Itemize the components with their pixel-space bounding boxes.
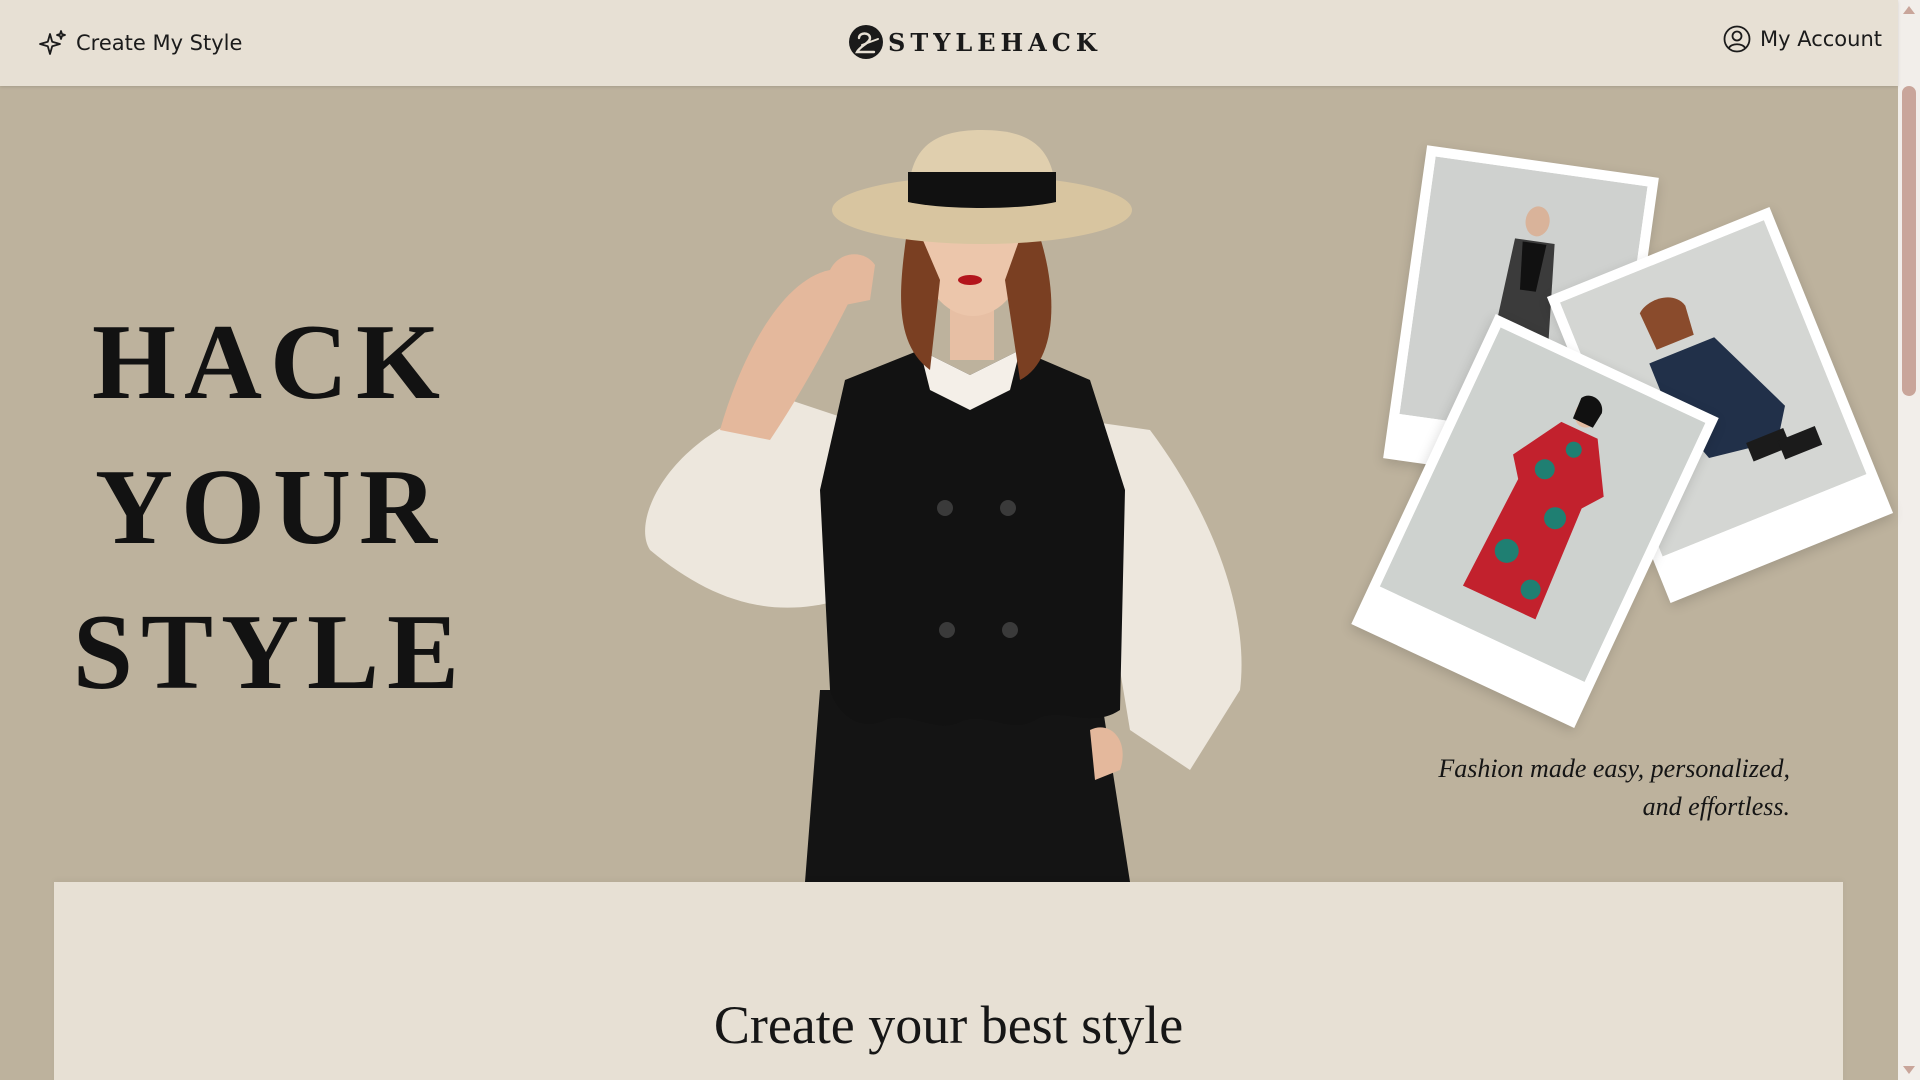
my-account-label: My Account (1760, 27, 1883, 51)
sparkles-icon (39, 30, 66, 55)
tagline-line: and effortless. (1642, 792, 1790, 821)
create-my-style-link[interactable]: Create My Style (38, 26, 242, 60)
page-scrollbar[interactable] (1898, 0, 1920, 1080)
hero-tagline: Fashion made easy, personalized, and eff… (1360, 750, 1790, 826)
scrollbar-thumb[interactable] (1902, 86, 1916, 396)
brand-name: STYLEHACK (888, 27, 1102, 57)
tagline-line: Fashion made easy, personalized, (1438, 754, 1790, 783)
hero-headline: HACK YOUR STYLE (60, 290, 480, 725)
hero-headline-line: YOUR (95, 448, 445, 567)
scroll-down-arrow-icon[interactable] (1903, 1066, 1915, 1074)
section-title: Create your best style (713, 995, 1184, 1055)
scroll-up-arrow-icon[interactable] (1903, 6, 1915, 14)
hero-headline-line: HACK (92, 303, 448, 422)
brand-logo[interactable]: STYLEHACK (848, 22, 1102, 62)
site-header: Create My Style STYLEHACK My Account (0, 0, 1898, 86)
hero-model-image (645, 130, 1242, 882)
create-style-section: Create your best style (54, 882, 1843, 1080)
user-circle-icon (1723, 25, 1751, 53)
my-account-link[interactable]: My Account (1722, 22, 1882, 56)
create-my-style-label: Create My Style (76, 31, 243, 55)
hero-headline-line: STYLE (72, 593, 468, 712)
logo-mark-icon (849, 25, 883, 59)
